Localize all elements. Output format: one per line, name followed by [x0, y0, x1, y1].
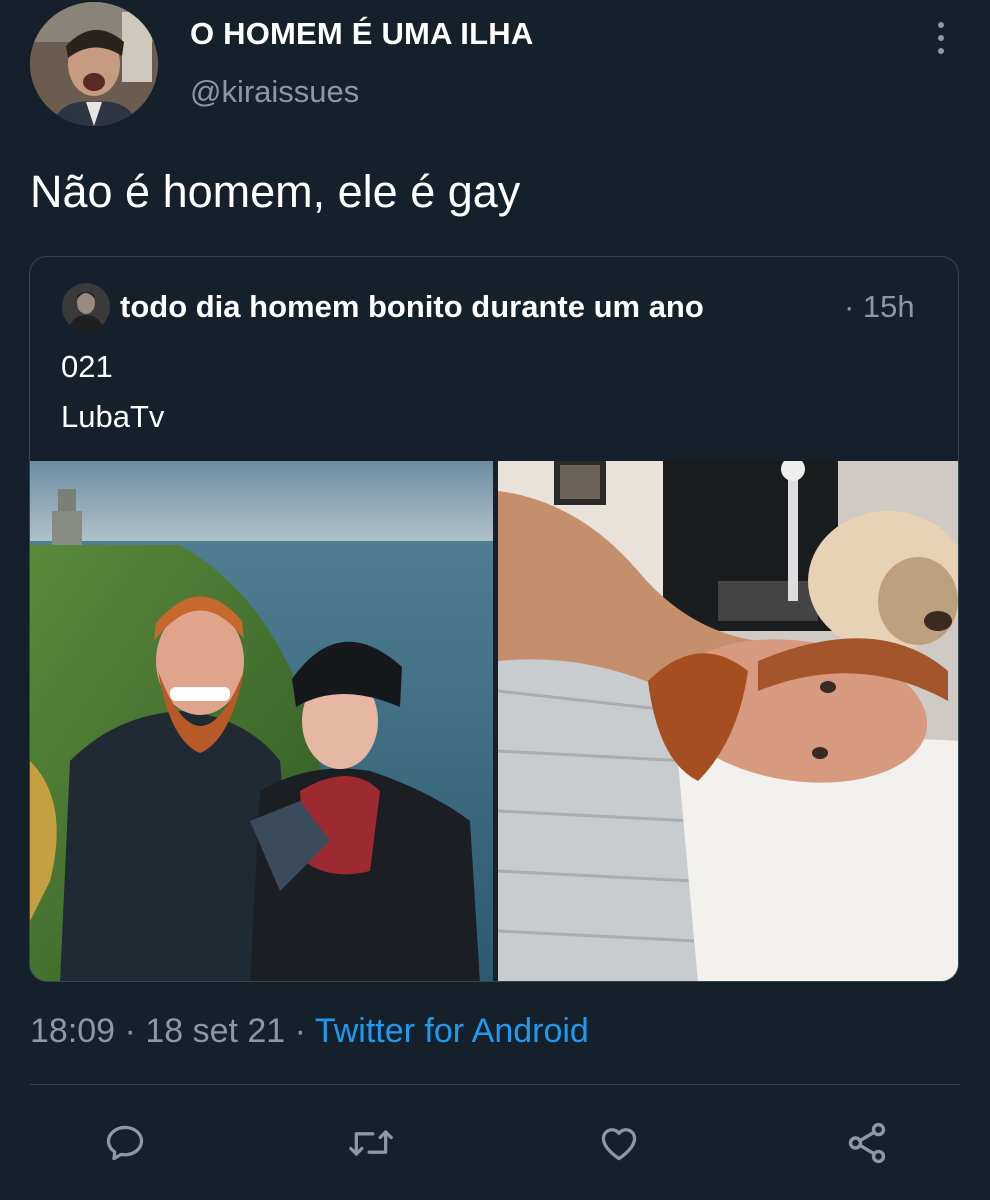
quoted-tweet-text-line-1: 021 — [61, 349, 113, 384]
quoted-tweet-text-line-2: LubaTv — [61, 399, 165, 434]
quoted-author-name[interactable]: todo dia homem bonito durante um ano — [120, 289, 704, 325]
meta-separator: · — [124, 1012, 146, 1050]
more-options-icon[interactable] — [926, 18, 956, 58]
author-handle[interactable]: @kiraissues — [190, 74, 359, 110]
quoted-author-avatar — [62, 283, 110, 331]
tweet-time: 18:09 — [30, 1012, 116, 1050]
quoted-tweet[interactable]: todo dia homem bonito durante um ano · 1… — [29, 256, 959, 982]
tweet-date: 18 set 21 — [145, 1012, 286, 1050]
like-icon[interactable] — [594, 1118, 644, 1168]
meta-separator: · — [294, 1012, 315, 1050]
divider — [30, 1084, 960, 1085]
photo-left[interactable] — [30, 461, 493, 981]
tweet-text: Não é homem, ele é gay — [30, 166, 521, 217]
author-display-name[interactable]: O HOMEM É UMA ILHA — [190, 16, 533, 52]
quoted-tweet-time: · 15h — [844, 289, 915, 324]
retweet-icon[interactable] — [346, 1118, 396, 1168]
photo-right[interactable] — [498, 461, 958, 981]
reply-icon[interactable] — [100, 1118, 150, 1168]
author-avatar[interactable] — [30, 2, 158, 126]
share-icon[interactable] — [842, 1118, 892, 1168]
tweet-source-link[interactable]: Twitter for Android — [315, 1012, 589, 1050]
tweet-meta: 18:09 · 18 set 21 · Twitter for Android — [30, 1012, 589, 1051]
